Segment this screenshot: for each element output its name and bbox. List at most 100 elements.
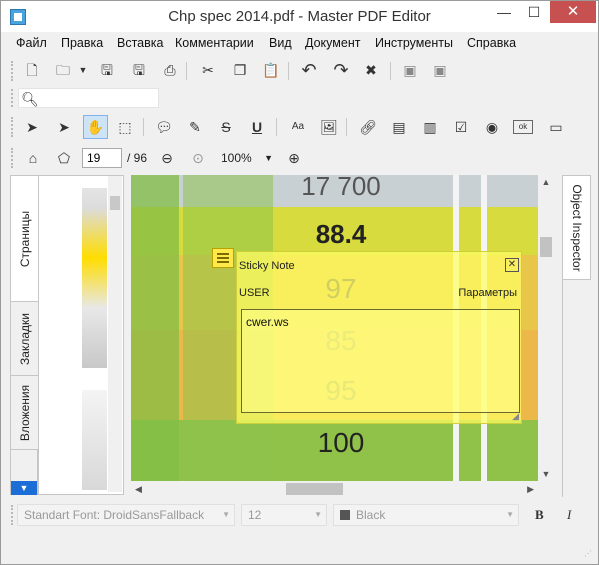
signature-field-icon[interactable]: ▭ (546, 117, 566, 137)
select-arrow-icon[interactable]: ➤ (22, 117, 42, 137)
font-size-select[interactable]: 12 ▼ (241, 504, 327, 526)
search-box[interactable]: 🔍︎ (18, 88, 159, 108)
scroll-right-icon[interactable]: ▶ (527, 481, 534, 497)
marquee-select-icon[interactable]: ⬚ (115, 117, 135, 137)
push-button-icon[interactable]: ok (513, 120, 533, 134)
chevron-down-icon[interactable]: ▼ (11, 481, 37, 495)
save-icon[interactable]: 🖫 (97, 60, 117, 80)
zoom-select[interactable]: 100% ▼ (218, 148, 276, 168)
app-window: Chp spec 2014.pdf - Master PDF Editor — … (0, 0, 599, 565)
maximize-button[interactable]: ☐ (519, 1, 549, 23)
text-box-icon[interactable]: Aa (288, 117, 308, 137)
menu-view[interactable]: Вид (269, 36, 292, 50)
color-swatch (340, 509, 350, 520)
redo-icon[interactable]: ↷ (331, 60, 351, 80)
menu-help[interactable]: Справка (467, 36, 516, 50)
page-thumbnail[interactable] (82, 390, 107, 490)
paste-icon[interactable]: 📋 (261, 60, 281, 80)
tab-attachments[interactable]: Вложения (11, 376, 38, 450)
sticky-note-title: Sticky Note (239, 260, 295, 272)
image-insert-icon[interactable]: 🖼︎ (319, 117, 339, 137)
sticky-note-text[interactable]: cwer.ws (241, 309, 520, 413)
separator (346, 118, 347, 136)
bring-forward-icon[interactable]: ▣ (400, 60, 420, 80)
menu-insert[interactable]: Вставка (117, 36, 163, 50)
strikethrough-icon[interactable]: S (216, 117, 236, 137)
menu-tools[interactable]: Инструменты (375, 36, 453, 50)
zoom-actual-icon[interactable]: ⊙ (188, 148, 208, 168)
status-bar: ⋰ (1, 531, 598, 564)
sticky-note-icon[interactable] (212, 248, 234, 268)
scroll-thumb[interactable] (110, 196, 120, 210)
font-color-value: Black (356, 508, 386, 522)
search-icon: 🔍︎ (21, 91, 39, 107)
list-box-icon[interactable]: ▥ (420, 117, 440, 137)
menu-comments[interactable]: Комментарии (175, 36, 254, 50)
chevron-down-icon: ▼ (314, 510, 322, 519)
chevron-down-icon: ▼ (222, 510, 230, 519)
page-thumbnail[interactable] (82, 188, 107, 368)
close-button[interactable]: ✕ (550, 1, 596, 23)
scroll-down-icon[interactable]: ▼ (538, 469, 554, 479)
zoom-in-icon[interactable]: ⊕ (284, 148, 304, 168)
font-color-select[interactable]: Black ▼ (333, 504, 519, 526)
page-number-input[interactable] (82, 148, 122, 168)
toolbar-grip[interactable] (11, 505, 13, 525)
highlighter-icon[interactable]: ✎ (185, 117, 205, 137)
separator (390, 62, 391, 80)
resize-grip-icon[interactable]: ◢ (512, 411, 519, 422)
menu-document[interactable]: Документ (305, 36, 360, 50)
open-dropdown-icon[interactable]: ▼ (73, 60, 93, 80)
italic-button[interactable]: I (567, 507, 571, 523)
table-value: 100 (317, 427, 365, 458)
horizontal-scrollbar[interactable]: ◀ ▶ (131, 481, 538, 497)
file-toolbar: 🗋 🗀 ▼ 🖫 🖫 ⎙ ✂ ❐ 📋 ↶ ↷ ✖ ▣ ▣ (1, 56, 598, 86)
zoom-out-icon[interactable]: ⊖ (157, 148, 177, 168)
previous-page-icon[interactable]: ⬠ (54, 148, 74, 168)
new-document-icon[interactable]: 🗋 (22, 60, 42, 80)
sticky-note-params-link[interactable]: Параметры (458, 287, 517, 299)
scroll-up-icon[interactable]: ▲ (538, 177, 554, 187)
thumbnails-scrollbar[interactable] (108, 176, 122, 492)
comment-bubble-icon[interactable]: 💬︎ (154, 117, 174, 137)
search-input[interactable] (41, 90, 156, 106)
hand-tool-icon[interactable]: ✋ (83, 115, 108, 139)
minimize-button[interactable]: — (489, 1, 519, 23)
copy-icon[interactable]: ❐ (230, 60, 250, 80)
checkbox-icon[interactable]: ☑ (451, 117, 471, 137)
tab-pages[interactable]: Страницы (11, 176, 38, 302)
save-as-icon[interactable]: 🖫 (129, 60, 149, 80)
scroll-thumb[interactable] (540, 237, 552, 257)
menu-file[interactable]: Файл (16, 36, 47, 50)
resize-grip-icon[interactable]: ⋰ (584, 549, 592, 558)
bold-button[interactable]: B (535, 507, 544, 523)
undo-icon[interactable]: ↶ (299, 60, 319, 80)
toolbar-grip[interactable] (11, 89, 13, 107)
font-family-select[interactable]: Standart Font: DroidSansFallback ▼ (17, 504, 235, 526)
toolbar-grip[interactable] (11, 148, 13, 168)
sticky-note-close-button[interactable]: ✕ (505, 258, 519, 272)
open-folder-icon[interactable]: 🗀 (53, 60, 73, 80)
scroll-left-icon[interactable]: ◀ (135, 481, 142, 497)
underline-icon[interactable]: U (247, 117, 267, 137)
vertical-scrollbar[interactable]: ▲ ▼ (538, 175, 554, 481)
toolbar-grip[interactable] (11, 117, 13, 137)
send-backward-icon[interactable]: ▣ (430, 60, 450, 80)
zoom-value: 100% (221, 151, 252, 165)
table-column (131, 175, 179, 481)
toolbar-grip[interactable] (11, 61, 13, 81)
cut-icon[interactable]: ✂ (198, 60, 218, 80)
separator (143, 118, 144, 136)
tab-bookmarks[interactable]: Закладки (11, 302, 38, 376)
link-icon[interactable]: 🔗︎ (358, 117, 378, 137)
delete-icon[interactable]: ✖ (361, 60, 381, 80)
print-icon[interactable]: ⎙ (160, 60, 180, 80)
radio-button-icon[interactable]: ◉ (482, 117, 502, 137)
first-page-icon[interactable]: ⌂ (23, 148, 43, 168)
scroll-thumb[interactable] (286, 483, 343, 495)
tab-object-inspector[interactable]: Object Inspector (562, 175, 591, 280)
menu-edit[interactable]: Правка (61, 36, 103, 50)
select-text-icon[interactable]: ➤ (54, 117, 74, 137)
text-field-icon[interactable]: ▤ (389, 117, 409, 137)
separator (276, 118, 277, 136)
